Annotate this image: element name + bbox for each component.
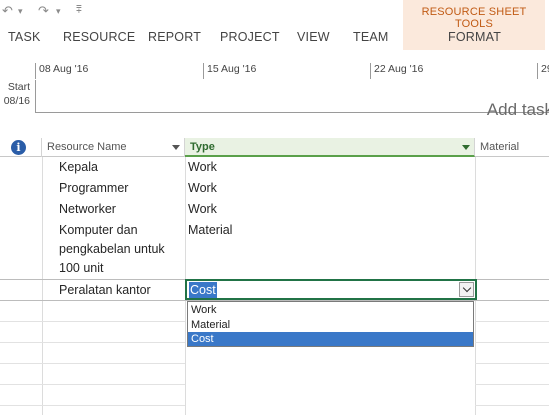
row-divider [0, 342, 185, 343]
resource-name-header-label: Resource Name [47, 141, 127, 153]
chevron-down-icon[interactable] [459, 282, 474, 297]
info-icon: i [11, 140, 26, 155]
undo-icon[interactable]: ↶ [2, 2, 13, 20]
row-divider [0, 405, 185, 406]
timeline-tick: 22 Aug '16 [370, 63, 423, 79]
material-column-header[interactable]: Material [475, 138, 549, 157]
undo-dropdown-icon[interactable]: ▾ [18, 2, 23, 20]
resource-name-cell[interactable]: Programmer [48, 179, 185, 198]
row-divider [475, 363, 549, 364]
tab-task[interactable]: TASK [8, 30, 41, 44]
material-header-label: Material [480, 141, 520, 153]
redo-dropdown-icon[interactable]: ▾ [56, 2, 61, 20]
resource-name-cell[interactable]: Networker [48, 200, 185, 219]
row-divider [475, 342, 549, 343]
type-cell[interactable]: Work [188, 200, 217, 219]
timeline-start-date: 08/16 [3, 95, 30, 107]
tab-format[interactable]: FORMAT [448, 30, 501, 44]
table-row[interactable]: Networker Work [0, 200, 549, 221]
tab-resource[interactable]: RESOURCE [63, 30, 135, 44]
type-cell[interactable]: Work [188, 179, 217, 198]
type-header-label: Type [190, 141, 215, 153]
resource-sheet: i Resource Name Type Material Kepala Wor… [0, 138, 549, 415]
indicators-column-header[interactable]: i [0, 138, 42, 157]
resource-name-cell[interactable]: Peralatan kantor [48, 281, 185, 300]
row-divider [475, 321, 549, 322]
type-dropdown-list[interactable]: Work Material Cost [187, 301, 474, 347]
type-cell-editor[interactable]: Cost [185, 279, 477, 300]
table-row[interactable]: Kepala Work [0, 158, 549, 179]
row-divider [0, 321, 185, 322]
tab-team[interactable]: TEAM [353, 30, 389, 44]
row-divider [0, 384, 185, 385]
resource-name-cell[interactable]: Komputer dan pengkabelan untuk 100 unit [48, 221, 185, 278]
type-column-header[interactable]: Type [185, 138, 475, 157]
tab-report[interactable]: REPORT [148, 30, 201, 44]
quick-access-toolbar: ↶ ▾ ↷ ▾ ⩱ [0, 0, 403, 24]
dropdown-option-cost[interactable]: Cost [188, 332, 473, 346]
type-filter-icon[interactable] [462, 145, 470, 150]
timeline-start-label: Start [7, 81, 30, 93]
table-row[interactable]: Programmer Work [0, 179, 549, 200]
resource-name-column-header[interactable]: Resource Name [42, 138, 185, 157]
type-cell[interactable]: Work [188, 158, 217, 177]
column-header-row: i Resource Name Type Material [0, 138, 549, 157]
timeline-add-tasks-text: Add task [486, 100, 549, 119]
timeline-start: Start 08/16 [0, 80, 30, 108]
resource-name-filter-icon[interactable] [172, 145, 180, 150]
type-cell[interactable]: Material [188, 221, 232, 240]
timeline-bar[interactable]: Add task [35, 80, 549, 119]
ribbon-tabs: TASK RESOURCE REPORT PROJECT VIEW TEAM F… [0, 24, 549, 50]
redo-icon[interactable]: ↷ [38, 2, 49, 20]
customize-qat-icon[interactable]: ⩱ [76, 2, 82, 20]
timeline-tick: 08 Aug '16 [35, 63, 88, 79]
tab-view[interactable]: VIEW [297, 30, 330, 44]
row-divider [475, 384, 549, 385]
timeline-tick: 29 [537, 63, 549, 79]
dropdown-option-material[interactable]: Material [188, 318, 473, 332]
table-row[interactable]: Komputer dan pengkabelan untuk 100 unit … [0, 221, 549, 279]
dropdown-option-work[interactable]: Work [188, 303, 473, 317]
row-divider [475, 405, 549, 406]
resource-name-cell[interactable]: Kepala [48, 158, 185, 177]
tab-project[interactable]: PROJECT [220, 30, 280, 44]
row-divider [0, 363, 185, 364]
type-cell-editor-value[interactable]: Cost [189, 282, 217, 298]
timeline[interactable]: Start 08/16 Add task 08 Aug '16 15 Aug '… [0, 62, 549, 130]
timeline-tick: 15 Aug '16 [203, 63, 256, 79]
